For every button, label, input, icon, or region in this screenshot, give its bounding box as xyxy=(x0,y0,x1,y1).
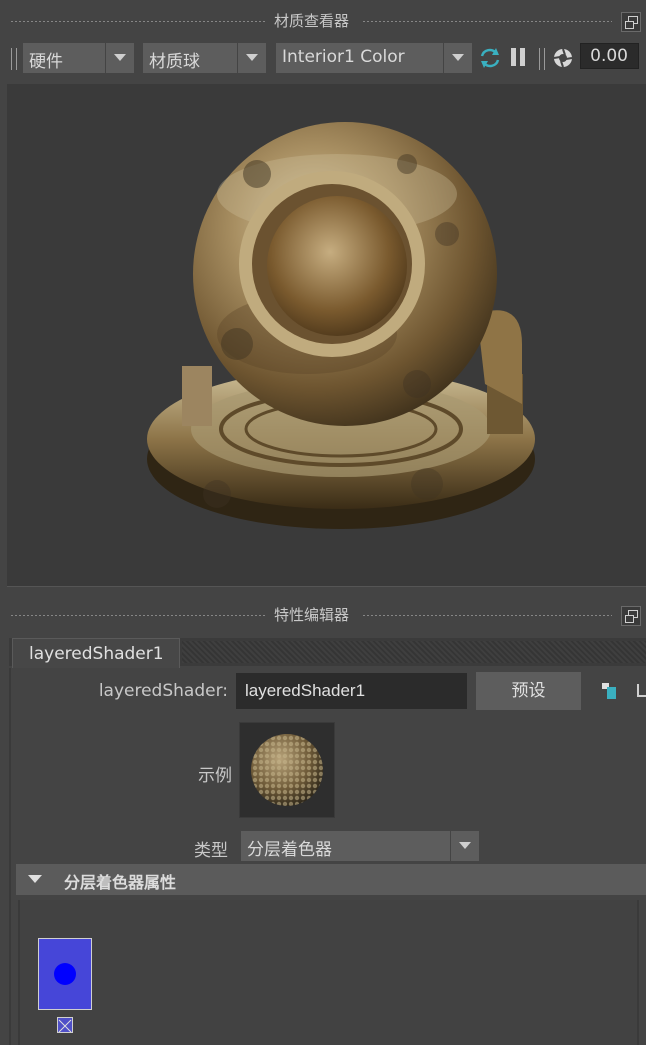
tab-layered-shader[interactable]: layeredShader1 xyxy=(12,638,180,668)
layer-indicator-dot xyxy=(54,963,76,985)
material-preview-viewport[interactable] xyxy=(7,84,646,587)
float-panel-icon[interactable] xyxy=(621,12,641,32)
refresh-render-icon[interactable] xyxy=(478,45,502,71)
material-viewer-toolbar: 硬件 材质球 Interior1 Color 0.00 xyxy=(0,42,646,74)
aperture-exposure-icon[interactable] xyxy=(552,45,576,71)
tab-label: layeredShader1 xyxy=(29,644,164,664)
geometry-dropdown[interactable]: 材质球 xyxy=(143,43,266,73)
section-title: 分层着色器属性 xyxy=(64,873,177,892)
select-node-icon[interactable] xyxy=(601,682,617,700)
chevron-down-icon xyxy=(443,43,472,73)
chevron-down-icon xyxy=(450,831,479,861)
node-name-field[interactable] xyxy=(236,673,467,709)
panel-title: 特性编辑器 xyxy=(270,604,354,625)
drag-handle-dots[interactable] xyxy=(10,614,265,617)
toolbar-handle[interactable] xyxy=(539,48,545,70)
material-viewer-header: 材质查看器 xyxy=(0,4,646,38)
drag-handle-dots[interactable] xyxy=(362,614,612,617)
toolbar-handle[interactable] xyxy=(11,48,17,70)
renderer-dropdown[interactable]: 硬件 xyxy=(23,43,134,73)
material-sample-swatch[interactable] xyxy=(239,722,335,818)
material-preview-render xyxy=(147,122,535,529)
shader-type-value: 分层着色器 xyxy=(247,840,332,860)
remove-layer-icon[interactable] xyxy=(57,1017,73,1033)
panel-border xyxy=(9,668,11,1045)
exposure-field[interactable]: 0.00 xyxy=(580,43,639,69)
layer-stack-area[interactable] xyxy=(18,900,639,1045)
presets-button[interactable]: 预设 xyxy=(476,672,581,710)
environment-dropdown[interactable]: Interior1 Color xyxy=(276,43,472,73)
layer-color-swatch[interactable] xyxy=(38,938,92,1010)
type-label: 类型 xyxy=(194,841,228,861)
attribute-editor-header: 特性编辑器 xyxy=(0,598,646,632)
drag-handle-dots[interactable] xyxy=(362,20,612,23)
drag-handle-dots[interactable] xyxy=(10,20,265,23)
node-type-label: layeredShader: xyxy=(98,681,228,701)
pause-icon[interactable] xyxy=(508,45,532,71)
show-input-output-icon[interactable] xyxy=(636,682,646,700)
shader-type-dropdown[interactable]: 分层着色器 xyxy=(241,831,479,861)
layered-shader-attributes-section[interactable]: 分层着色器属性 xyxy=(16,864,646,895)
geometry-value: 材质球 xyxy=(149,52,200,72)
float-panel-icon[interactable] xyxy=(621,606,641,626)
chevron-down-icon xyxy=(105,43,134,73)
panel-title: 材质查看器 xyxy=(270,10,354,31)
renderer-value: 硬件 xyxy=(29,52,63,72)
collapse-triangle-icon xyxy=(28,875,42,883)
environment-value: Interior1 Color xyxy=(282,47,405,67)
chevron-down-icon xyxy=(237,43,266,73)
tab-strip-filler xyxy=(182,641,646,663)
sample-label: 示例 xyxy=(198,766,232,786)
